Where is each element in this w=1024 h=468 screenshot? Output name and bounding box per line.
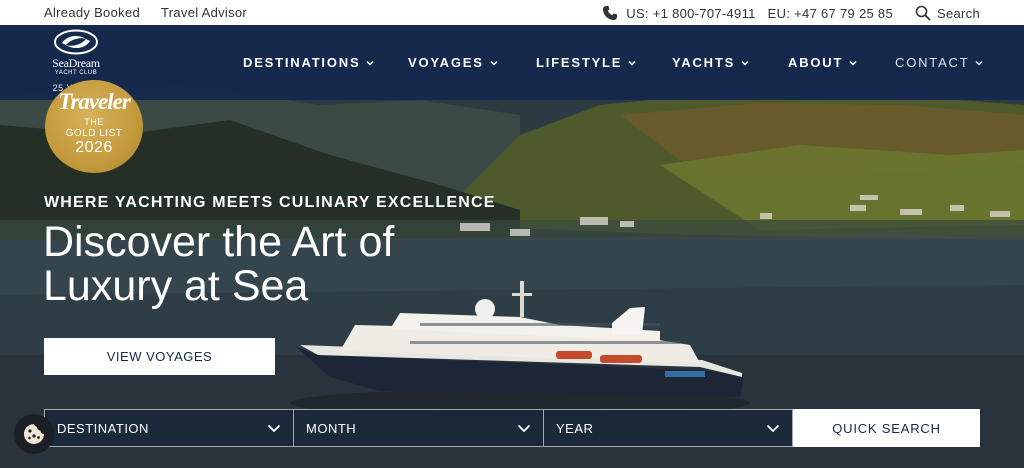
destination-select-value: DESTINATION	[57, 420, 149, 436]
nav-label: YACHTS	[672, 55, 736, 70]
chevron-down-icon	[517, 424, 531, 432]
nav-label: CONTACT	[895, 55, 970, 70]
chevron-down-icon	[766, 424, 780, 432]
nav-menu: DESTINATIONS VOYAGES LIFESTYLE YACHTS AB…	[0, 55, 1024, 75]
badge-line2: GOLD LIST	[65, 128, 123, 139]
chevron-down-icon	[628, 60, 636, 66]
nav-label: DESTINATIONS	[243, 55, 361, 70]
phone-eu[interactable]: EU: +47 67 79 25 85	[768, 6, 893, 21]
headline-line-1: Discover the Art of	[43, 218, 395, 266]
chevron-down-icon	[490, 60, 498, 66]
badge-year: 2026	[75, 139, 113, 156]
gold-list-award-badge: Traveler THE GOLD LIST 2026	[45, 80, 143, 173]
seadream-logo-mark	[54, 29, 98, 55]
year-select-value: YEAR	[556, 420, 594, 436]
month-select-value: MONTH	[306, 420, 357, 436]
nav-item-destinations[interactable]: DESTINATIONS	[243, 55, 374, 70]
hero-headline: Discover the Art of Luxury at Sea	[43, 220, 394, 308]
chevron-down-icon	[741, 60, 749, 66]
utility-bar: Already Booked Travel Advisor US: +1 800…	[0, 0, 1024, 25]
quick-search-bar: DESTINATION MONTH YEAR QUICK SEARCH	[44, 409, 980, 447]
nav-item-lifestyle[interactable]: LIFESTYLE	[536, 55, 636, 70]
chevron-down-icon	[975, 60, 983, 66]
cookie-icon	[24, 424, 44, 444]
chevron-down-icon	[849, 60, 857, 66]
chevron-down-icon	[366, 60, 374, 66]
already-booked-link[interactable]: Already Booked	[44, 5, 140, 20]
nav-item-yachts[interactable]: YACHTS	[672, 55, 749, 70]
hero-eyebrow: WHERE YACHTING MEETS CULINARY EXCELLENCE	[44, 194, 496, 211]
headline-line-2: Luxury at Sea	[43, 262, 309, 310]
nav-label: LIFESTYLE	[536, 55, 623, 70]
view-voyages-button[interactable]: VIEW VOYAGES	[44, 338, 275, 375]
phone-icon	[603, 6, 618, 20]
travel-advisor-link[interactable]: Travel Advisor	[161, 5, 247, 20]
month-select[interactable]: MONTH	[294, 409, 544, 447]
chevron-down-icon	[267, 424, 281, 432]
year-select[interactable]: YEAR	[544, 409, 793, 447]
quick-search-button[interactable]: QUICK SEARCH	[793, 409, 980, 447]
badge-magazine: Traveler	[58, 89, 131, 114]
badge-line1: THE	[84, 117, 104, 127]
nav-label: VOYAGES	[408, 55, 484, 70]
cookie-preferences-button[interactable]	[14, 414, 54, 454]
main-navigation: SeaDream YACHT CLUB 25 YEARS DESTINATION…	[0, 25, 1024, 100]
phone-us[interactable]: US: +1 800-707-4911	[626, 6, 755, 21]
search-icon[interactable]	[915, 5, 931, 21]
nav-item-contact[interactable]: CONTACT	[895, 55, 983, 70]
nav-item-about[interactable]: ABOUT	[788, 55, 857, 70]
destination-select[interactable]: DESTINATION	[44, 409, 294, 447]
search-link[interactable]: Search	[937, 6, 980, 21]
nav-item-voyages[interactable]: VOYAGES	[408, 55, 498, 70]
nav-label: ABOUT	[788, 55, 844, 70]
